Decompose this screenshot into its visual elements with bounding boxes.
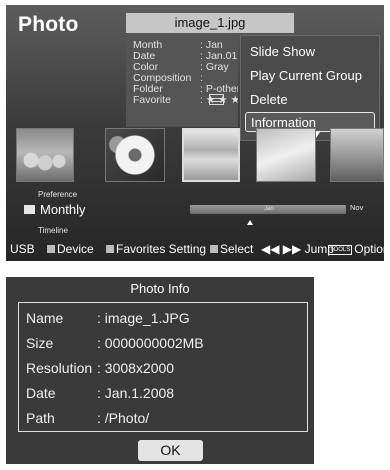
- device-help[interactable]: Device: [47, 238, 94, 261]
- timeline-next-month: Nov: [350, 203, 364, 212]
- info-value-color: : Gray: [200, 61, 229, 73]
- menu-item-play-current-group[interactable]: Play Current Group: [245, 66, 375, 86]
- info-value-favorite: : ★ ★ ★: [200, 94, 238, 106]
- photo-info-table: Name : image_1.JPG Size : 0000000002MB R…: [18, 302, 308, 432]
- info-label-favorite: Favorite: [133, 94, 171, 106]
- timeline-position-icon: [247, 220, 253, 225]
- timeline-month-label: Jan: [264, 206, 274, 212]
- menu-item-delete[interactable]: Delete: [245, 90, 375, 110]
- preference-label: Preference: [38, 190, 78, 199]
- info-value: : 0000000002MB: [97, 335, 204, 351]
- sort-icon: [24, 205, 35, 214]
- favorites-help-label: Favorites Setting: [116, 242, 207, 256]
- file-info-header: image_1.jpg: [126, 13, 294, 33]
- yellow-button-icon: [210, 245, 218, 253]
- info-key: Name: [26, 310, 64, 326]
- select-help[interactable]: Select: [210, 238, 253, 261]
- select-help-label: Select: [220, 242, 254, 256]
- info-value: : Jan.1.2008: [97, 385, 175, 401]
- filter-row[interactable]: Monthly Jan Nov: [12, 201, 384, 219]
- ok-button[interactable]: OK: [138, 440, 203, 461]
- photo-thumbnail-selected[interactable]: [182, 128, 240, 182]
- tools-button-icon: TOOLS: [328, 245, 353, 255]
- page-title: Photo: [18, 13, 79, 36]
- context-menu: Slide Show Play Current Group Delete Inf…: [240, 35, 380, 141]
- info-value: : /Photo/: [97, 410, 150, 426]
- info-key: Date: [26, 385, 56, 401]
- file-info-panel: Month : Jan Date : Jan.01.2 Color : Gray…: [126, 33, 238, 127]
- sort-value[interactable]: Monthly: [40, 201, 86, 219]
- photo-thumbnail[interactable]: [330, 128, 384, 182]
- red-button-icon: [47, 245, 55, 253]
- info-value: : 3008x2000: [97, 360, 175, 376]
- photo-thumbnail[interactable]: [256, 128, 316, 182]
- green-button-icon: [106, 245, 114, 253]
- source-label: USB: [10, 242, 35, 256]
- info-value: : image_1.JPG: [97, 310, 190, 326]
- device-help-label: Device: [57, 242, 94, 256]
- photo-thumbnail[interactable]: [105, 128, 165, 182]
- timeline-label: Timeline: [38, 226, 68, 235]
- option-help-label: Option: [354, 242, 384, 256]
- info-key: Path: [26, 410, 55, 426]
- photo-thumbnail[interactable]: [16, 128, 74, 182]
- favorites-help[interactable]: Favorites Setting: [106, 238, 206, 261]
- jump-help[interactable]: ◀◀ ▶▶ Jump: [261, 238, 334, 261]
- option-help[interactable]: TOOLSOption: [328, 238, 384, 261]
- info-key: Size: [26, 335, 54, 351]
- info-key: Resolution: [26, 360, 93, 376]
- help-bar: USB Device Favorites Setting Select ◀◀ ▶…: [6, 238, 384, 261]
- menu-item-slide-show[interactable]: Slide Show: [245, 42, 375, 62]
- dialog-title: Photo Info: [130, 281, 190, 296]
- photo-info-dialog: Photo Info Name : image_1.JPG Size : 000…: [6, 277, 314, 464]
- timeline-bar[interactable]: Jan: [190, 205, 346, 214]
- photo-browser-screen: Photo image_1.jpg Month : Jan Date : Jan…: [6, 5, 384, 261]
